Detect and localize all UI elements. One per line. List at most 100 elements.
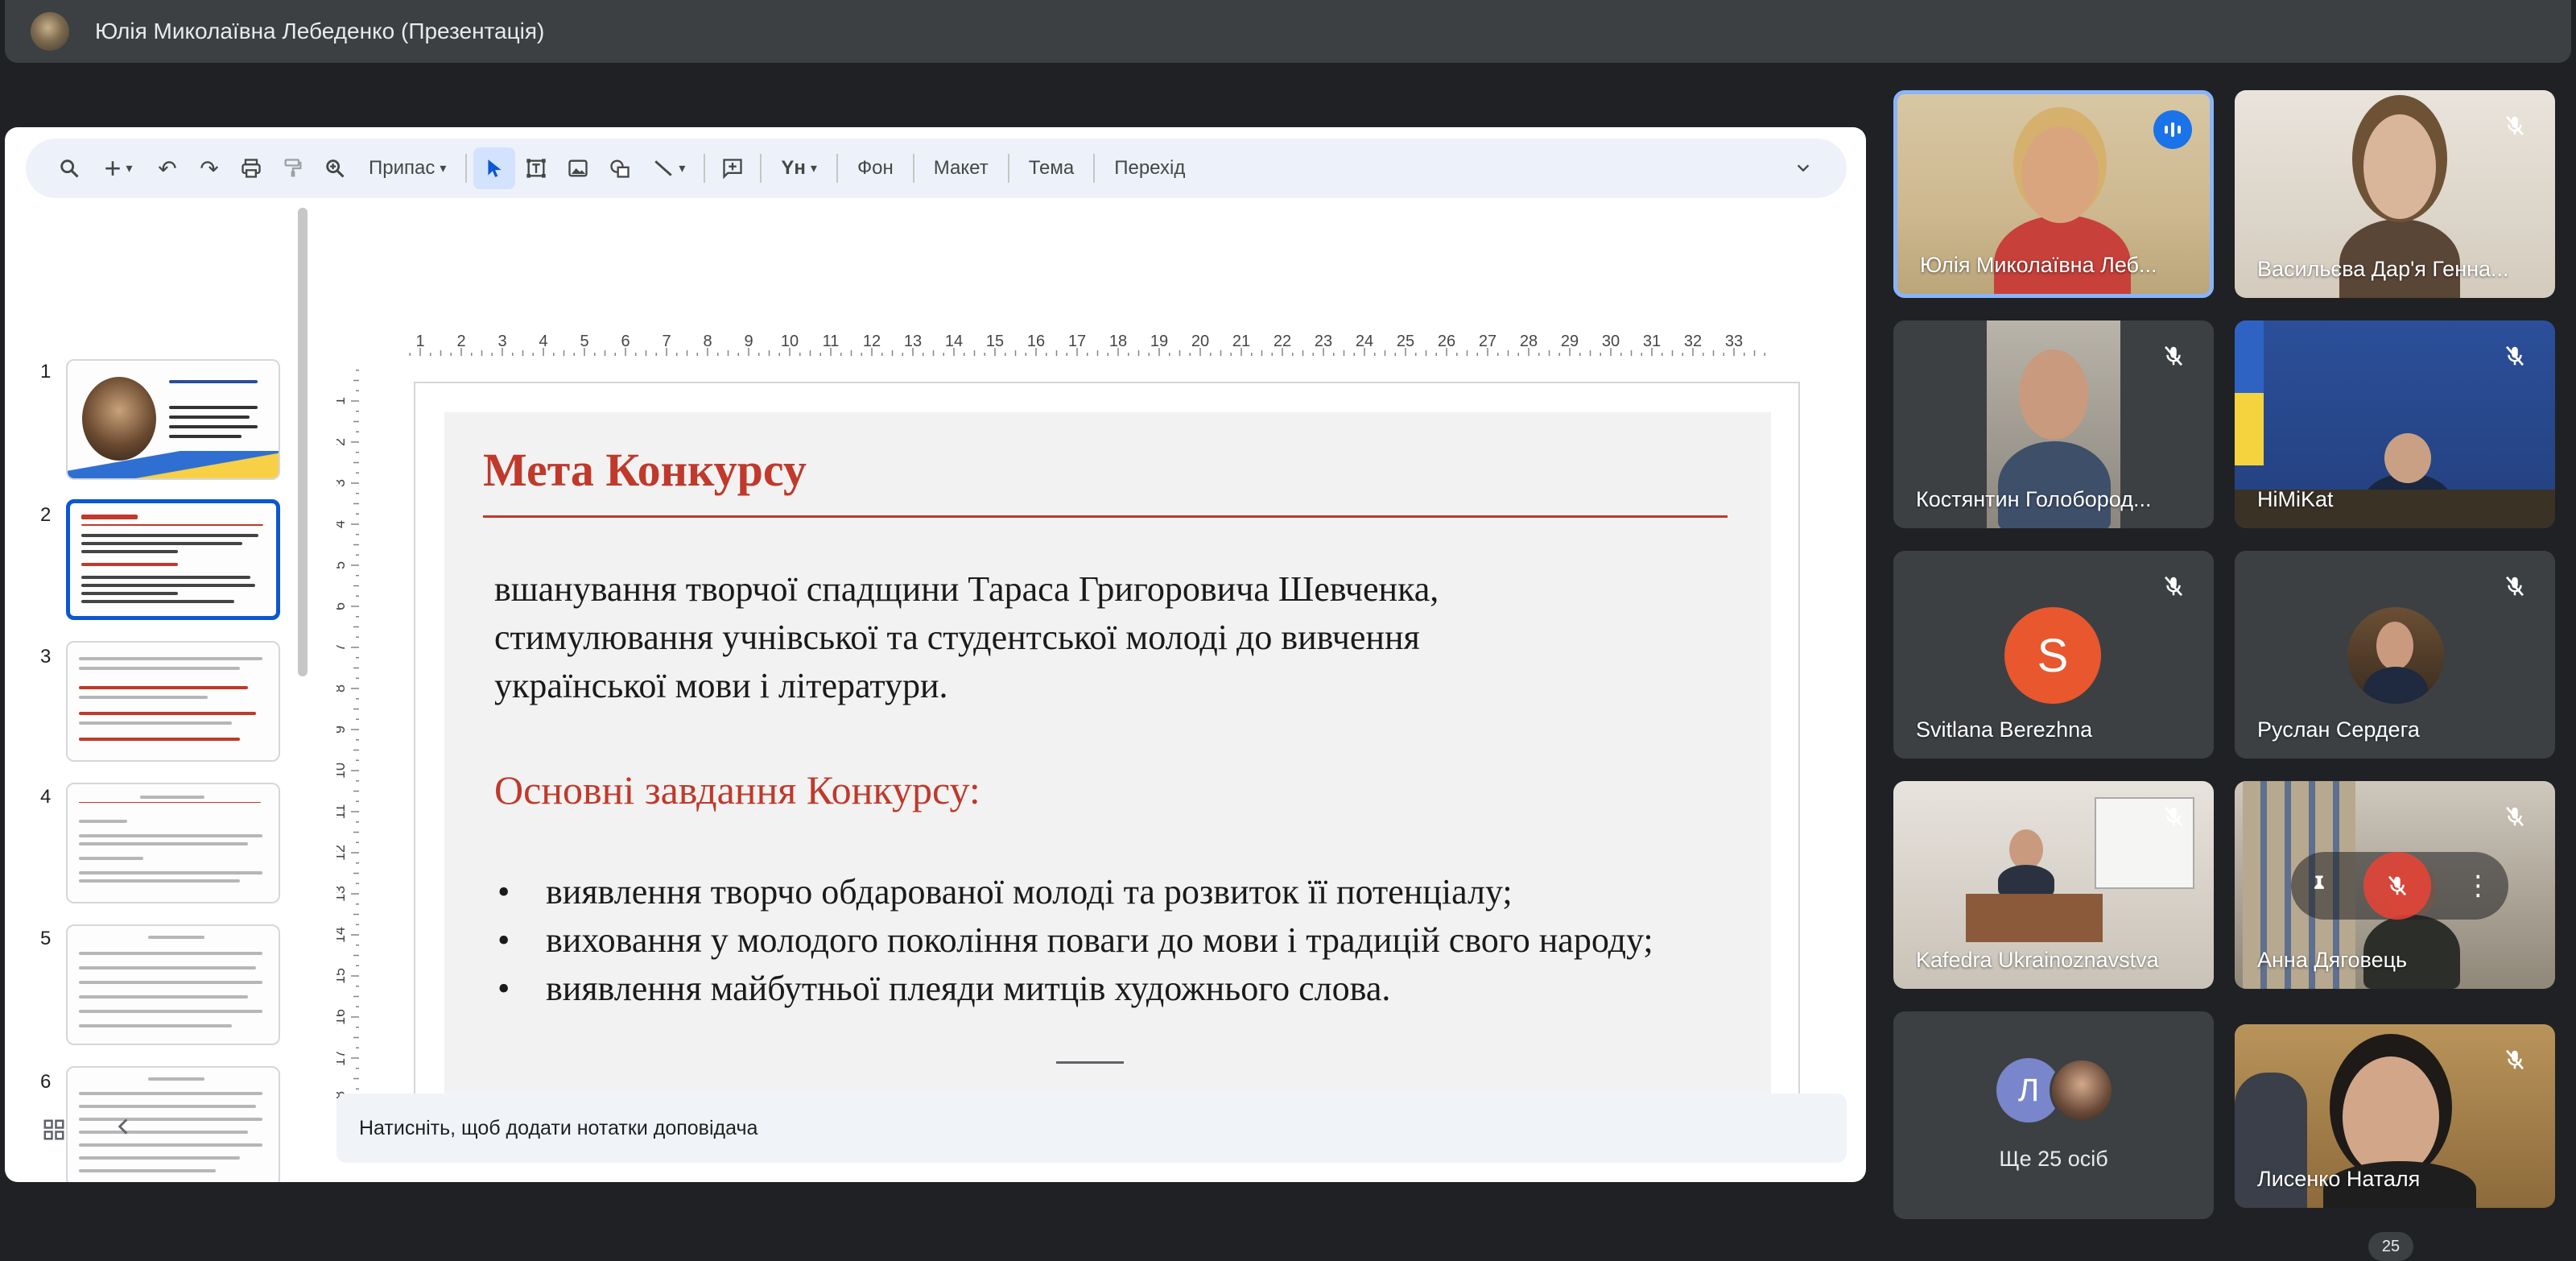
ruler-tick-label: 12: [863, 333, 881, 350]
search-icon[interactable]: [48, 147, 90, 189]
text-box-icon[interactable]: [515, 147, 557, 189]
participant-tile[interactable]: Васильєва Дар'я Генна...: [2235, 90, 2555, 298]
image-icon[interactable]: [557, 147, 599, 189]
layout-button[interactable]: Макет: [921, 147, 1001, 189]
slide-title[interactable]: Мета Конкурсу: [483, 443, 807, 497]
portrait-image: [82, 377, 156, 461]
line-tool-button[interactable]: ▾: [641, 147, 697, 189]
background-button[interactable]: Фон: [844, 147, 906, 189]
participant-name: Kafedra Ukrainoznavstva: [1916, 948, 2159, 972]
ruler-tick-label: 6: [621, 333, 630, 350]
ruler-tick-label: 27: [1479, 333, 1496, 350]
slide-canvas[interactable]: Мета Конкурсу вшанування творчої спадщин…: [414, 382, 1800, 1160]
ruler-tick-label: 16: [336, 1009, 348, 1025]
mute-participant-icon[interactable]: [2363, 852, 2431, 920]
ruler-tick-label: 1: [336, 397, 348, 405]
paragraph-line: вшанування творчої спадщини Тараса Григо…: [494, 569, 1439, 609]
grid-view-icon[interactable]: [42, 1118, 74, 1150]
ruler-tick-label: 17: [336, 1050, 348, 1066]
participant-video: [2021, 126, 2099, 223]
chevron-down-icon: ▾: [679, 162, 686, 176]
participant-video: [2009, 829, 2043, 870]
collapse-toolbar-icon[interactable]: [1782, 147, 1824, 189]
ruler-tick-label: 23: [1315, 333, 1332, 350]
undo-icon[interactable]: ↶: [147, 147, 188, 189]
toolbar-divider: [1093, 154, 1096, 183]
slide-number: 6: [40, 1071, 52, 1093]
flag-image: [2235, 320, 2264, 465]
more-options-icon[interactable]: ⋮: [2464, 872, 2491, 899]
desk-image: [1966, 894, 2103, 942]
filmstrip-scrollbar[interactable]: [298, 208, 308, 676]
slide-paragraph[interactable]: вшанування творчої спадщини Тараса Григо…: [494, 565, 1702, 710]
participant-tile[interactable]: ⋮ Анна Дяговець: [2235, 781, 2555, 989]
ruler-tick-label: 2: [336, 438, 348, 446]
ruler-tick-label: 13: [336, 886, 348, 902]
ruler-tick-label: 11: [336, 804, 348, 820]
participant-count-badge[interactable]: 25: [2368, 1232, 2413, 1261]
participant-tile[interactable]: Лисенко Наталя: [2235, 1024, 2555, 1208]
notes-resize-handle[interactable]: [1056, 1061, 1124, 1064]
participant-name: Костянтин Голобород...: [1916, 487, 2152, 511]
collapse-filmstrip-icon[interactable]: [113, 1114, 145, 1147]
participant-tile[interactable]: Руслан Сердега: [2235, 551, 2555, 759]
ruler-tick-label: 26: [1438, 333, 1455, 350]
ruler-tick-label: 8: [336, 684, 348, 693]
text-style-select[interactable]: Yн ▾: [768, 147, 830, 189]
zoom-icon[interactable]: [314, 147, 356, 189]
participant-video: [2384, 433, 2431, 483]
slide-thumbnail-6[interactable]: [66, 1066, 280, 1182]
print-icon[interactable]: [230, 147, 272, 189]
slide-thumbnail-1[interactable]: [66, 359, 280, 480]
redo-icon[interactable]: ↷: [188, 147, 230, 189]
zoom-select[interactable]: Припас ▾: [356, 147, 459, 189]
slide-number: 4: [40, 786, 52, 808]
ruler-tick-label: 12: [336, 845, 348, 861]
participant-video: [2363, 114, 2436, 219]
participant-name: Анна Дяговець: [2257, 948, 2408, 972]
chevron-down-icon: ▾: [440, 162, 447, 176]
notes-placeholder: Натисніть, щоб додати нотатки доповідача: [359, 1116, 758, 1139]
ruler-tick-label: 15: [336, 968, 348, 984]
new-slide-button[interactable]: + ▾: [90, 147, 147, 189]
slide-number: 3: [40, 646, 52, 668]
ruler-tick-label: 33: [1725, 333, 1743, 350]
paint-format-icon[interactable]: [272, 147, 314, 189]
participant-tile[interactable]: Костянтин Голобород...: [1893, 320, 2214, 528]
transition-button[interactable]: Перехід: [1101, 147, 1198, 189]
ruler-tick-label: 6: [336, 602, 348, 610]
more-participants-tile[interactable]: Л Ще 25 осіб: [1893, 1011, 2214, 1219]
toolbar-divider: [760, 154, 762, 183]
participant-name: Васильєва Дар'я Генна...: [2257, 257, 2509, 281]
slide-subtitle[interactable]: Основні завдання Конкурсу:: [494, 767, 980, 813]
mic-off-icon: [2497, 108, 2533, 143]
participant-name: Svitlana Berezhna: [1916, 717, 2093, 742]
slide-thumbnail-2[interactable]: [66, 499, 280, 620]
ruler-tick-label: 17: [1068, 333, 1086, 350]
text-style-label: Yн: [781, 157, 806, 179]
toolbar-divider: [912, 154, 914, 183]
participant-name: Руслан Сердега: [2257, 717, 2420, 742]
ruler-tick-label: 11: [823, 333, 840, 350]
slide-thumbnail-3[interactable]: [66, 641, 280, 762]
slide-thumbnail-4[interactable]: [66, 783, 280, 903]
add-comment-icon[interactable]: [712, 147, 753, 189]
slide-thumbnail-5[interactable]: [66, 924, 280, 1045]
speaker-notes[interactable]: Натисніть, щоб додати нотатки доповідача: [336, 1094, 1847, 1163]
theme-button[interactable]: Тема: [1016, 147, 1088, 189]
select-tool-icon[interactable]: [473, 147, 516, 189]
mic-off-icon: [2156, 799, 2191, 834]
participant-tile[interactable]: Юлія Миколаївна Леб...: [1893, 90, 2214, 298]
ruler-tick-label: 8: [703, 333, 712, 350]
ruler-tick-label: 32: [1684, 333, 1702, 350]
tasks-list[interactable]: виявлення творчо обдарованої молоді та р…: [494, 868, 1734, 1013]
participant-tile[interactable]: S Svitlana Berezhna: [1893, 551, 2214, 759]
shape-icon[interactable]: [599, 147, 641, 189]
participant-tile[interactable]: HiMiKat: [2235, 320, 2555, 528]
mic-off-icon: [2497, 338, 2533, 374]
ruler-tick-label: 16: [1027, 333, 1045, 350]
pin-icon[interactable]: [2308, 871, 2330, 901]
slide-number: 1: [40, 361, 52, 382]
participant-tile[interactable]: Kafedra Ukrainoznavstva: [1893, 781, 2214, 989]
participant-avatar: S: [2004, 607, 2101, 704]
